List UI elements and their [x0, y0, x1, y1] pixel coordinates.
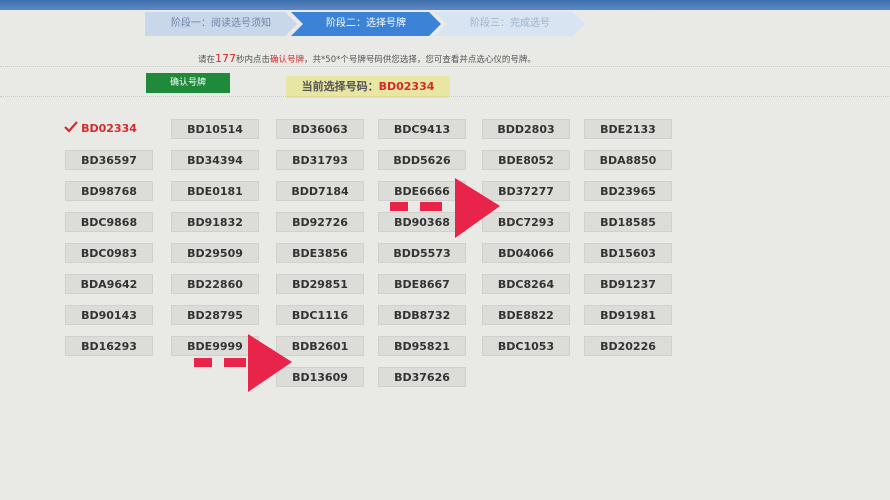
- plate-option[interactable]: BD02334: [65, 119, 153, 139]
- plate-option[interactable]: BDC1053: [482, 336, 570, 356]
- plate-option[interactable]: BDE2133: [584, 119, 672, 139]
- current-selection: 当前选择号码：BD02334: [286, 76, 450, 98]
- plate-option[interactable]: BD31793: [276, 150, 364, 170]
- plate-option[interactable]: BD90368: [378, 212, 466, 232]
- plate-option[interactable]: BDD5626: [378, 150, 466, 170]
- plate-option[interactable]: BDD5573: [378, 243, 466, 263]
- step-1: 阶段一：阅读选号须知: [145, 12, 297, 36]
- plate-option[interactable]: BD91237: [584, 274, 672, 294]
- plate-option[interactable]: BD91832: [171, 212, 259, 232]
- divider: [0, 96, 890, 97]
- step-3: 阶段三：完成选号: [435, 12, 585, 36]
- plate-option[interactable]: BD23965: [584, 181, 672, 201]
- plate-option[interactable]: BD98768: [65, 181, 153, 201]
- plate-option[interactable]: BDE3856: [276, 243, 364, 263]
- plate-option[interactable]: BD34394: [171, 150, 259, 170]
- plate-option[interactable]: BDC7293: [482, 212, 570, 232]
- step-2-active: 阶段二：选择号牌: [291, 12, 441, 36]
- plate-option[interactable]: BDC1116: [276, 305, 364, 325]
- plate-option[interactable]: BD16293: [65, 336, 153, 356]
- plate-option[interactable]: BD15603: [584, 243, 672, 263]
- plate-option[interactable]: BDE8822: [482, 305, 570, 325]
- top-bar: [0, 0, 890, 10]
- plate-option[interactable]: BD91981: [584, 305, 672, 325]
- plate-option[interactable]: BD29851: [276, 274, 364, 294]
- plate-option[interactable]: BD37277: [482, 181, 570, 201]
- plate-option[interactable]: BDE9999: [171, 336, 259, 356]
- plate-option[interactable]: BDC0983: [65, 243, 153, 263]
- plate-option[interactable]: BD22860: [171, 274, 259, 294]
- plate-option[interactable]: BDB8732: [378, 305, 466, 325]
- plate-option[interactable]: BDC9413: [378, 119, 466, 139]
- plate-option[interactable]: BD36063: [276, 119, 364, 139]
- step-progress: 阶段一：阅读选号须知 阶段二：选择号牌 阶段三：完成选号: [145, 12, 595, 38]
- instruction-text: 请在177秒内点击确认号牌，共*50*个号牌号码供您选择，您可查看并点选心仪的号…: [198, 52, 638, 65]
- current-selection-value: BD02334: [378, 80, 435, 93]
- plate-option[interactable]: BDD7184: [276, 181, 364, 201]
- plate-option[interactable]: BDE0181: [171, 181, 259, 201]
- plate-option[interactable]: BD92726: [276, 212, 364, 232]
- plate-option[interactable]: BD37626: [378, 367, 466, 387]
- instruction-action: 确认号牌: [270, 55, 305, 65]
- plate-option[interactable]: BDB2601: [276, 336, 364, 356]
- plate-option[interactable]: BD90143: [65, 305, 153, 325]
- plate-option[interactable]: BDA9642: [65, 274, 153, 294]
- plate-option[interactable]: BDA8850: [584, 150, 672, 170]
- plate-option[interactable]: BDE6666: [378, 181, 466, 201]
- plate-option[interactable]: BDD2803: [482, 119, 570, 139]
- instruction-middle: 秒内点击: [236, 55, 271, 65]
- plate-option[interactable]: BD20226: [584, 336, 672, 356]
- countdown-seconds: 177: [215, 52, 237, 65]
- plate-option[interactable]: BDC9868: [65, 212, 153, 232]
- confirm-plate-button[interactable]: 确认号牌: [146, 73, 230, 93]
- plate-option[interactable]: BD04066: [482, 243, 570, 263]
- plate-option[interactable]: BD18585: [584, 212, 672, 232]
- plate-option[interactable]: BD28795: [171, 305, 259, 325]
- plate-option[interactable]: BD29509: [171, 243, 259, 263]
- plate-option[interactable]: BD13609: [276, 367, 364, 387]
- plate-option[interactable]: BD95821: [378, 336, 466, 356]
- plate-option[interactable]: BD36597: [65, 150, 153, 170]
- instruction-suffix: ，共*50*个号牌号码供您选择，您可查看并点选心仪的号牌。: [304, 55, 536, 65]
- plate-option[interactable]: BDE8667: [378, 274, 466, 294]
- divider: [0, 66, 890, 67]
- plate-option[interactable]: BDC8264: [482, 274, 570, 294]
- current-selection-label: 当前选择号码：: [301, 80, 379, 93]
- instruction-prefix: 请在: [198, 55, 216, 65]
- plate-option[interactable]: BDE8052: [482, 150, 570, 170]
- plate-option[interactable]: BD10514: [171, 119, 259, 139]
